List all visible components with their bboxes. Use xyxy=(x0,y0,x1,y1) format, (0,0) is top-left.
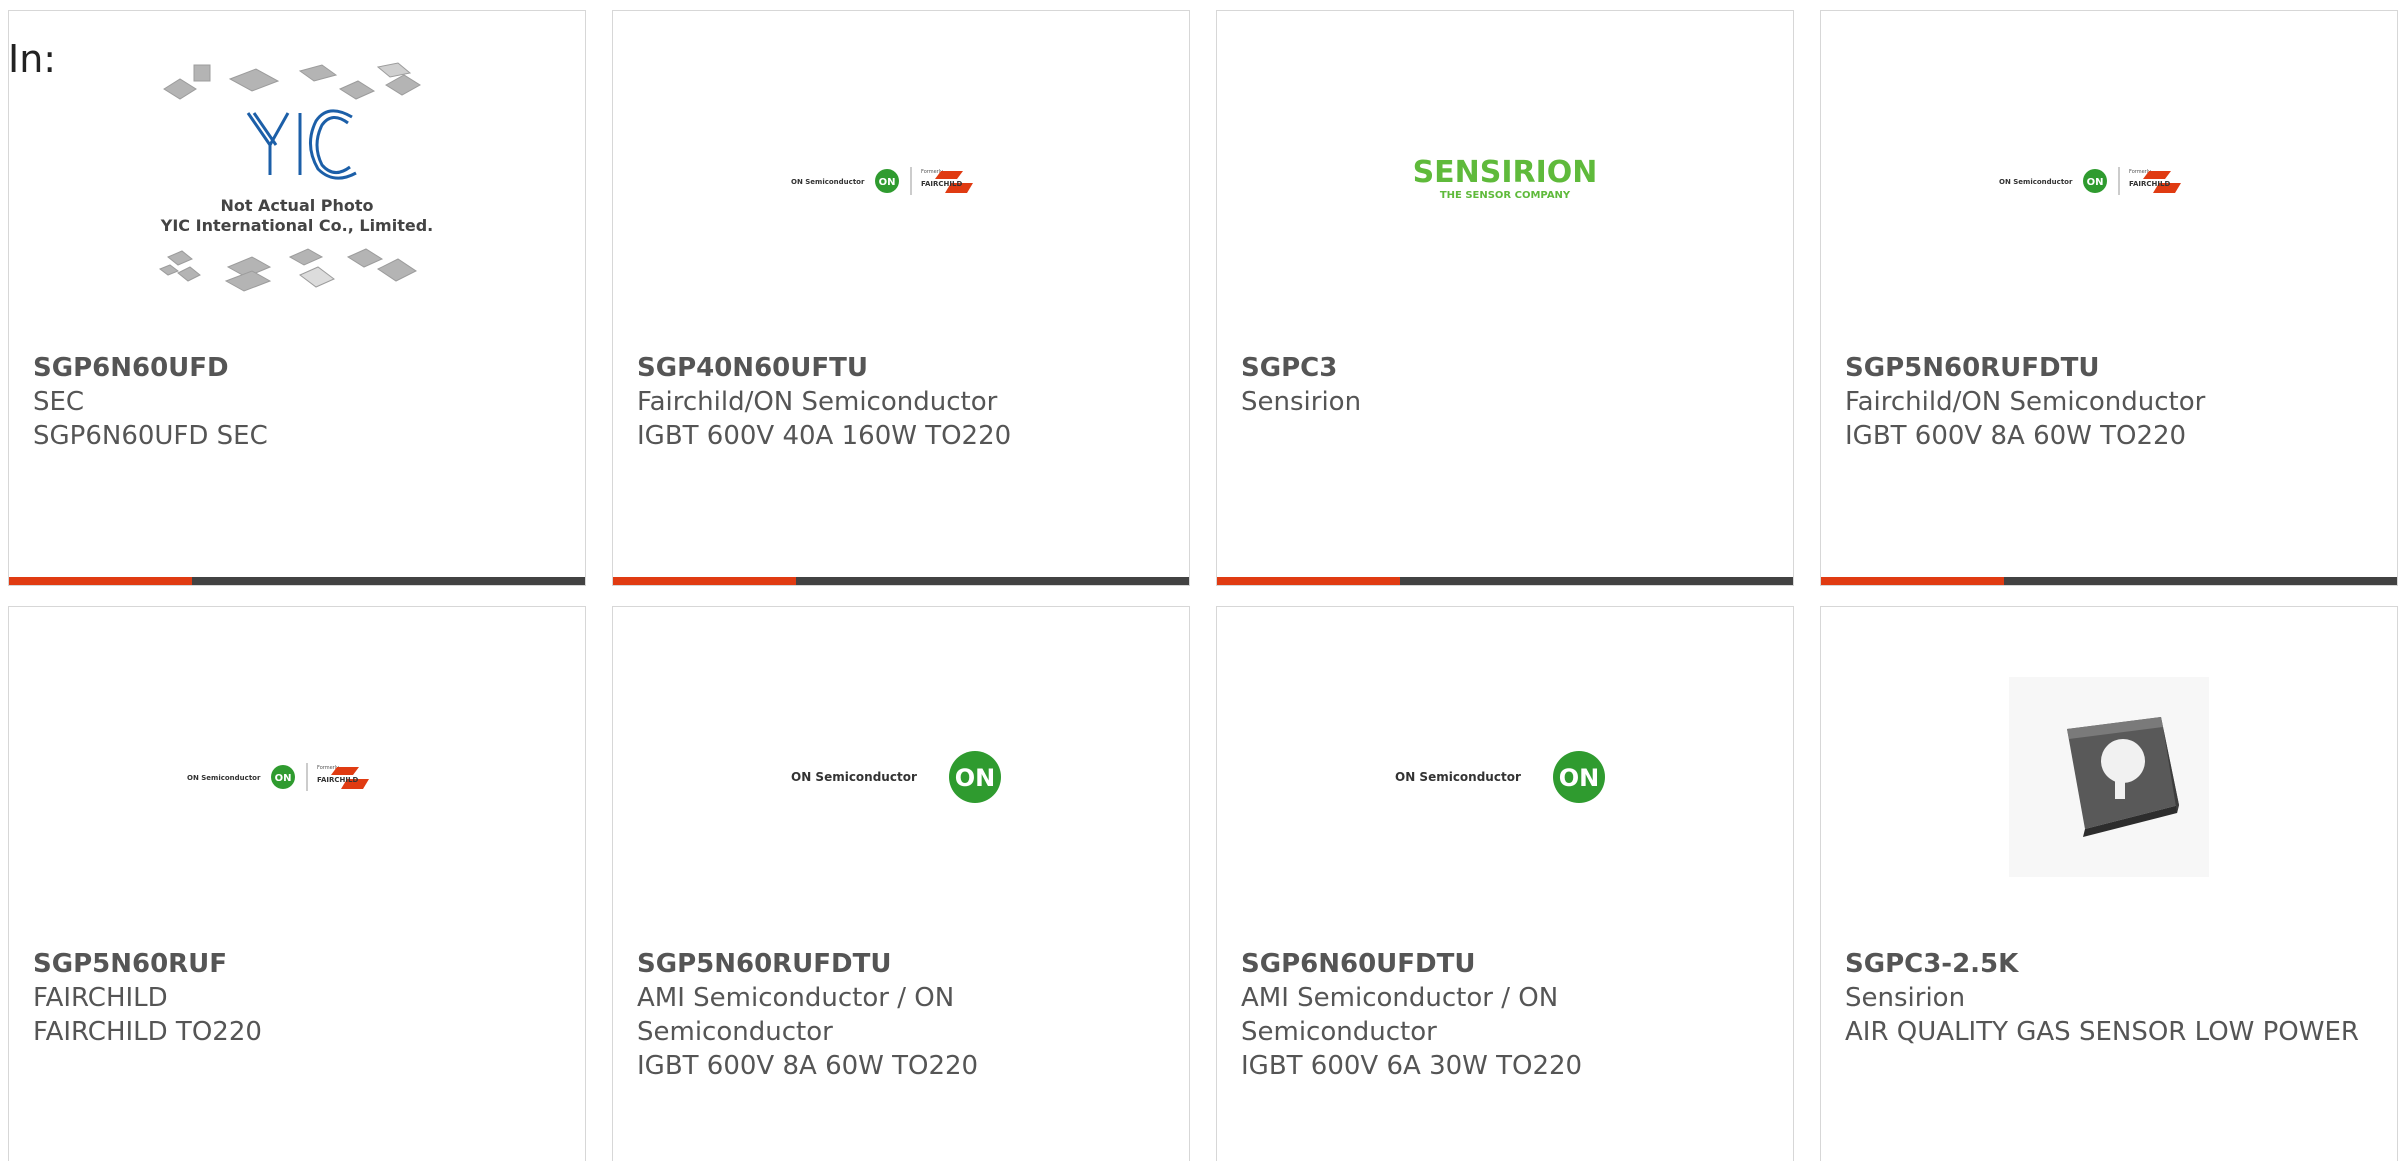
product-image[interactable]: ON Semiconductor ON Formerly FAIRCHILD xyxy=(613,51,1189,311)
product-info: SGPC3 Sensirion xyxy=(1241,351,1761,419)
on-semi-logo-icon: ON Semiconductor ON xyxy=(791,751,1001,803)
on-mark-text: ON xyxy=(1559,764,1600,792)
product-card[interactable]: ON Semiconductor ON SGP5N60RUFDTU AMI Se… xyxy=(612,606,1190,1161)
product-image[interactable]: ON Semiconductor ON xyxy=(1217,647,1793,907)
placeholder-photo-icon: Not Actual Photo YIC International Co., … xyxy=(158,62,433,292)
on-semiconductor-text: ON Semiconductor xyxy=(1999,178,2073,186)
part-number-link[interactable]: SGP6N60UFDTU xyxy=(1241,947,1761,981)
product-description: IGBT 600V 6A 30W TO220 xyxy=(1241,1051,1583,1081)
product-info: SGP6N60UFDTU AMI Semiconductor / ON Semi… xyxy=(1241,947,1761,1083)
fairchild-text: FAIRCHILD xyxy=(921,180,962,188)
manufacturer-name: Fairchild/ON Semiconductor xyxy=(637,387,998,417)
product-info: SGP6N60UFD SEC SGP6N60UFD SEC xyxy=(33,351,553,453)
card-accent-bar xyxy=(613,577,1189,585)
product-info: SGP5N60RUF FAIRCHILD FAIRCHILD TO220 xyxy=(33,947,553,1049)
manufacturer-name: AMI Semiconductor / ON Semiconductor xyxy=(637,983,955,1047)
product-grid: Not Actual Photo YIC International Co., … xyxy=(8,10,2398,1161)
on-mark-text: ON xyxy=(879,177,896,188)
product-image[interactable]: ON Semiconductor ON xyxy=(613,647,1189,907)
on-semiconductor-text: ON Semiconductor xyxy=(187,774,261,782)
product-card[interactable]: ON Semiconductor ON Formerly FAIRCHILD S… xyxy=(1820,10,2398,586)
on-fairchild-logo-icon: ON Semiconductor ON Formerly FAIRCHILD xyxy=(1999,167,2181,195)
product-info: SGP5N60RUFDTU AMI Semiconductor / ON Sem… xyxy=(637,947,1157,1083)
product-image[interactable]: ON Semiconductor ON Formerly FAIRCHILD xyxy=(9,647,585,907)
on-fairchild-logo-icon: ON Semiconductor ON Formerly FAIRCHILD xyxy=(187,763,369,791)
manufacturer-name: Sensirion xyxy=(1845,983,1966,1013)
on-semiconductor-text: ON Semiconductor xyxy=(1395,770,1521,784)
product-description: IGBT 600V 8A 60W TO220 xyxy=(1845,421,2187,451)
product-image[interactable]: ON Semiconductor ON Formerly FAIRCHILD xyxy=(1821,51,2397,311)
sensirion-name: SENSIRION xyxy=(1413,156,1598,190)
on-semi-logo-icon: ON Semiconductor ON xyxy=(1395,751,1605,803)
product-card[interactable]: SENSIRION THE SENSOR COMPANY SGPC3 Sensi… xyxy=(1216,10,1794,586)
product-card[interactable]: ON Semiconductor ON SGP6N60UFDTU AMI Sem… xyxy=(1216,606,1794,1161)
manufacturer-name: Sensirion xyxy=(1241,387,1362,417)
product-description: SGP6N60UFD SEC xyxy=(33,421,268,451)
manufacturer-name: FAIRCHILD xyxy=(33,983,168,1013)
sensor-chip-photo-icon xyxy=(2009,677,2209,877)
manufacturer-name: SEC xyxy=(33,387,85,417)
product-info: SGP40N60UFTU Fairchild/ON Semiconductor … xyxy=(637,351,1157,453)
on-fairchild-logo-icon: ON Semiconductor ON Formerly FAIRCHILD xyxy=(791,167,973,195)
on-mark-text: ON xyxy=(955,764,996,792)
manufacturer-name: Fairchild/ON Semiconductor xyxy=(1845,387,2206,417)
product-card[interactable]: SGPC3-2.5K Sensirion AIR QUALITY GAS SEN… xyxy=(1820,606,2398,1161)
product-description: IGBT 600V 40A 160W TO220 xyxy=(637,421,1012,451)
card-accent-bar xyxy=(1821,577,2397,585)
product-description: FAIRCHILD TO220 xyxy=(33,1017,262,1047)
sensirion-tagline: THE SENSOR COMPANY xyxy=(1440,190,1571,201)
sensirion-logo-icon: SENSIRION THE SENSOR COMPANY xyxy=(1413,156,1598,201)
product-image[interactable]: SENSIRION THE SENSOR COMPANY xyxy=(1217,51,1793,311)
part-number-link[interactable]: SGPC3 xyxy=(1241,351,1761,385)
fairchild-text: FAIRCHILD xyxy=(2129,180,2170,188)
on-semiconductor-text: ON Semiconductor xyxy=(791,770,917,784)
on-semiconductor-text: ON Semiconductor xyxy=(791,178,865,186)
product-info: SGPC3-2.5K Sensirion AIR QUALITY GAS SEN… xyxy=(1845,947,2365,1049)
card-accent-bar xyxy=(9,577,585,585)
product-info: SGP5N60RUFDTU Fairchild/ON Semiconductor… xyxy=(1845,351,2365,453)
part-number-link[interactable]: SGP5N60RUFDTU xyxy=(637,947,1157,981)
part-number-link[interactable]: SGPC3-2.5K xyxy=(1845,947,2365,981)
placeholder-caption-1: Not Actual Photo xyxy=(220,196,373,215)
fairchild-text: FAIRCHILD xyxy=(317,776,358,784)
product-description: IGBT 600V 8A 60W TO220 xyxy=(637,1051,979,1081)
manufacturer-name: AMI Semiconductor / ON Semiconductor xyxy=(1241,983,1559,1047)
placeholder-caption-2: YIC International Co., Limited. xyxy=(160,216,433,235)
product-results-page: In: Not Actual Photo YIC International C… xyxy=(0,0,2404,1161)
product-description: AIR QUALITY GAS SENSOR LOW POWER xyxy=(1845,1017,2359,1047)
part-number-link[interactable]: SGP40N60UFTU xyxy=(637,351,1157,385)
part-number-link[interactable]: SGP5N60RUFDTU xyxy=(1845,351,2365,385)
filter-prefix-label: In: xyxy=(8,37,57,81)
product-card[interactable]: ON Semiconductor ON Formerly FAIRCHILD S… xyxy=(8,606,586,1161)
part-number-link[interactable]: SGP5N60RUF xyxy=(33,947,553,981)
card-accent-bar xyxy=(1217,577,1793,585)
on-mark-text: ON xyxy=(275,773,292,784)
product-image[interactable] xyxy=(1821,647,2397,907)
product-card[interactable]: ON Semiconductor ON Formerly FAIRCHILD S… xyxy=(612,10,1190,586)
part-number-link[interactable]: SGP6N60UFD xyxy=(33,351,553,385)
product-image[interactable]: Not Actual Photo YIC International Co., … xyxy=(9,51,585,311)
on-mark-text: ON xyxy=(2087,177,2104,188)
product-card[interactable]: Not Actual Photo YIC International Co., … xyxy=(8,10,586,586)
